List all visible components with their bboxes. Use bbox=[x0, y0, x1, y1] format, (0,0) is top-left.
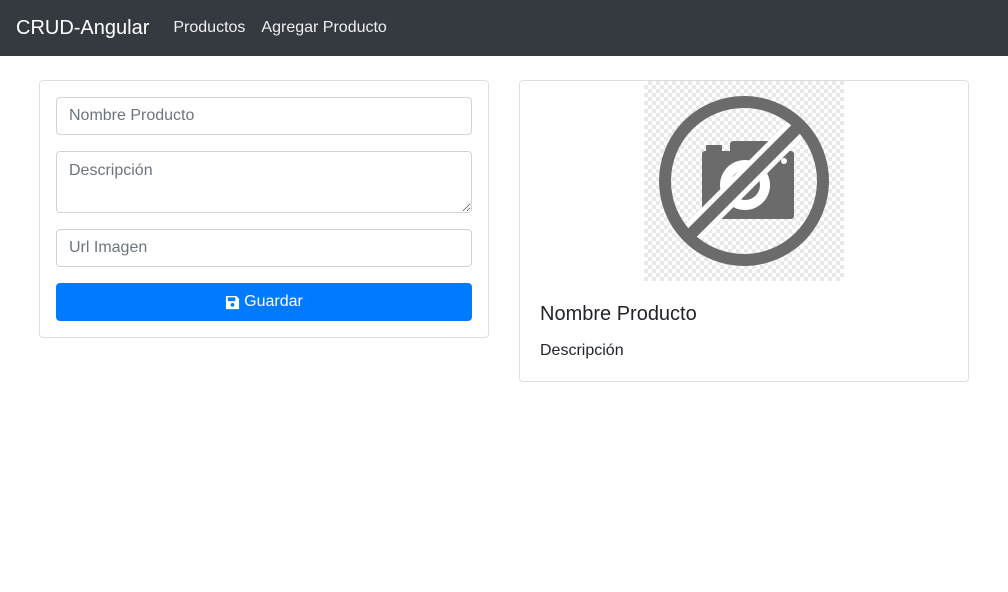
navbar-brand[interactable]: CRUD-Angular bbox=[16, 17, 149, 40]
product-image-placeholder bbox=[644, 81, 844, 281]
preview-description: Descripción bbox=[540, 342, 624, 359]
product-form-card: Guardar bbox=[39, 80, 489, 338]
preview-title: Nombre Producto bbox=[540, 303, 697, 325]
url-imagen-input[interactable] bbox=[56, 229, 472, 267]
guardar-label: Guardar bbox=[244, 293, 303, 310]
floppy-disk-icon bbox=[226, 295, 240, 309]
nav-link-productos[interactable]: Productos bbox=[173, 19, 245, 37]
guardar-button[interactable]: Guardar bbox=[56, 283, 472, 321]
no-camera-icon bbox=[659, 96, 829, 266]
nombre-producto-input[interactable] bbox=[56, 97, 472, 135]
descripcion-textarea[interactable] bbox=[56, 151, 472, 213]
product-preview-card: Nombre Producto Descripción bbox=[519, 80, 969, 382]
top-navbar: CRUD-Angular Productos Agregar Producto bbox=[0, 0, 1008, 56]
nav-link-agregar-producto[interactable]: Agregar Producto bbox=[261, 19, 386, 37]
